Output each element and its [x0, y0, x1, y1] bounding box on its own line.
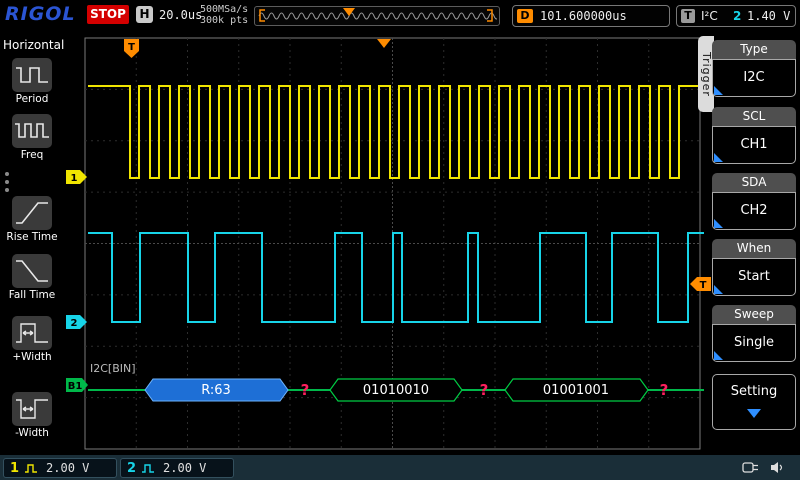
horizontal-scale-icon: H	[136, 6, 153, 23]
decode-address-text: R:63	[201, 383, 231, 398]
measure-fall-time[interactable]: Fall Time	[0, 289, 64, 301]
menu-header-scl: SCL	[712, 107, 796, 126]
menu-value-scl-text: CH1	[740, 137, 768, 152]
submenu-corner-icon	[714, 86, 723, 95]
trigger-level-label: T	[700, 280, 707, 291]
sidebar-scroll-dot	[5, 180, 9, 184]
decode-data1-text: 01010010	[363, 383, 429, 398]
horizontal-scale-value: 20.0us	[159, 8, 203, 22]
menu-value-type[interactable]: I2C	[712, 59, 796, 97]
submenu-corner-icon	[714, 285, 723, 294]
trigger-icon: T	[681, 9, 695, 23]
minus-width-icon[interactable]	[12, 392, 52, 426]
trigger-readout[interactable]: T I²C 2 1.40 V	[676, 5, 796, 27]
menu-header-type: Type	[712, 40, 796, 59]
usb-icon	[742, 462, 758, 473]
decode-data2-text: 01001001	[543, 383, 609, 398]
chevron-down-icon	[747, 409, 761, 418]
period-icon[interactable]	[12, 58, 52, 92]
plus-width-icon[interactable]	[12, 316, 52, 350]
menu-value-sweep[interactable]: Single	[712, 324, 796, 362]
sample-rate: 500MSa/s	[200, 4, 249, 15]
channel1-status[interactable]: 1 2.00 V	[3, 458, 117, 478]
trigger-level-value: 1.40 V	[747, 9, 791, 23]
sidebar-scroll-dot	[5, 188, 9, 192]
menu-value-when[interactable]: Start	[712, 258, 796, 296]
menu-header-sda: SDA	[712, 173, 796, 192]
measure-rise-time[interactable]: Rise Time	[0, 231, 64, 243]
menu-value-sda[interactable]: CH2	[712, 192, 796, 230]
delay-readout[interactable]: D 101.600000us	[512, 5, 670, 27]
memory-depth: 300k pts	[200, 15, 249, 26]
measure-plus-width[interactable]: +Width	[0, 351, 64, 363]
submenu-corner-icon	[714, 351, 723, 360]
menu-value-scl[interactable]: CH1	[712, 126, 796, 164]
acquisition-info: 500MSa/s 300k pts	[200, 4, 248, 26]
channel2-number: 2	[127, 460, 137, 476]
trigger-flag-label: T	[128, 42, 135, 53]
menu-value-type-text: I2C	[743, 70, 765, 85]
submenu-corner-icon	[714, 153, 723, 162]
bus1-marker-label: B1	[68, 381, 83, 392]
preview-graphic	[258, 8, 500, 22]
top-status-bar: RIGOL STOP H 20.0us 500MSa/s 300k pts D …	[0, 0, 800, 30]
delay-icon: D	[517, 9, 533, 23]
channel2-scale: 2.00 V	[163, 461, 207, 475]
freq-icon[interactable]	[12, 114, 52, 148]
channel1-marker[interactable]: 1	[66, 170, 87, 184]
trigger-type-value: I²C	[701, 9, 718, 23]
decode-error-1: ?	[301, 381, 310, 399]
measure-sidebar-title: Horizontal	[3, 38, 65, 52]
decode-bus-label: I2C[BIN]	[90, 362, 136, 375]
channel1-marker-label: 1	[71, 173, 78, 184]
rigol-logo: RIGOL	[5, 3, 76, 25]
run-state-badge: STOP	[87, 5, 129, 24]
channel1-scale: 2.00 V	[46, 461, 90, 475]
oscilloscope-screen: { "top_bar": { "logo": "RIGOL", "run_sta…	[0, 0, 800, 480]
channel2-status[interactable]: 2 2.00 V	[120, 458, 234, 478]
decode-error-3: ?	[660, 381, 669, 399]
channel2-marker-label: 2	[71, 318, 78, 329]
trigger-source-value: 2	[733, 9, 742, 23]
delay-value: 101.600000us	[540, 9, 627, 23]
channel2-marker[interactable]: 2	[66, 315, 87, 329]
channel1-coupling-icon	[25, 463, 38, 473]
fall-time-icon[interactable]	[12, 254, 52, 288]
menu-header-sweep: Sweep	[712, 305, 796, 324]
channel1-number: 1	[10, 460, 20, 476]
submenu-corner-icon	[714, 219, 723, 228]
bottom-status-bar: 1 2.00 V 2 2.00 V	[0, 455, 800, 480]
menu-header-when: When	[712, 239, 796, 258]
measure-freq[interactable]: Freq	[0, 149, 64, 161]
decode-error-2: ?	[480, 381, 489, 399]
rise-time-icon[interactable]	[12, 196, 52, 230]
menu-value-when-text: Start	[738, 269, 770, 284]
menu-value-sda-text: CH2	[740, 203, 768, 218]
scope-display: I2C[BIN] R:63 ? 01010010 ? 01001001 ? 1 …	[66, 37, 711, 450]
sidebar-scroll-dot	[5, 172, 9, 176]
menu-value-sweep-text: Single	[734, 335, 774, 350]
measure-minus-width[interactable]: -Width	[0, 427, 64, 439]
setting-label: Setting	[730, 384, 778, 399]
channel2-coupling-icon	[142, 463, 155, 473]
menu-setting-button[interactable]: Setting	[712, 374, 796, 430]
speaker-icon	[771, 462, 783, 473]
memory-waveform-preview[interactable]	[254, 6, 500, 26]
measure-period[interactable]: Period	[0, 93, 64, 105]
